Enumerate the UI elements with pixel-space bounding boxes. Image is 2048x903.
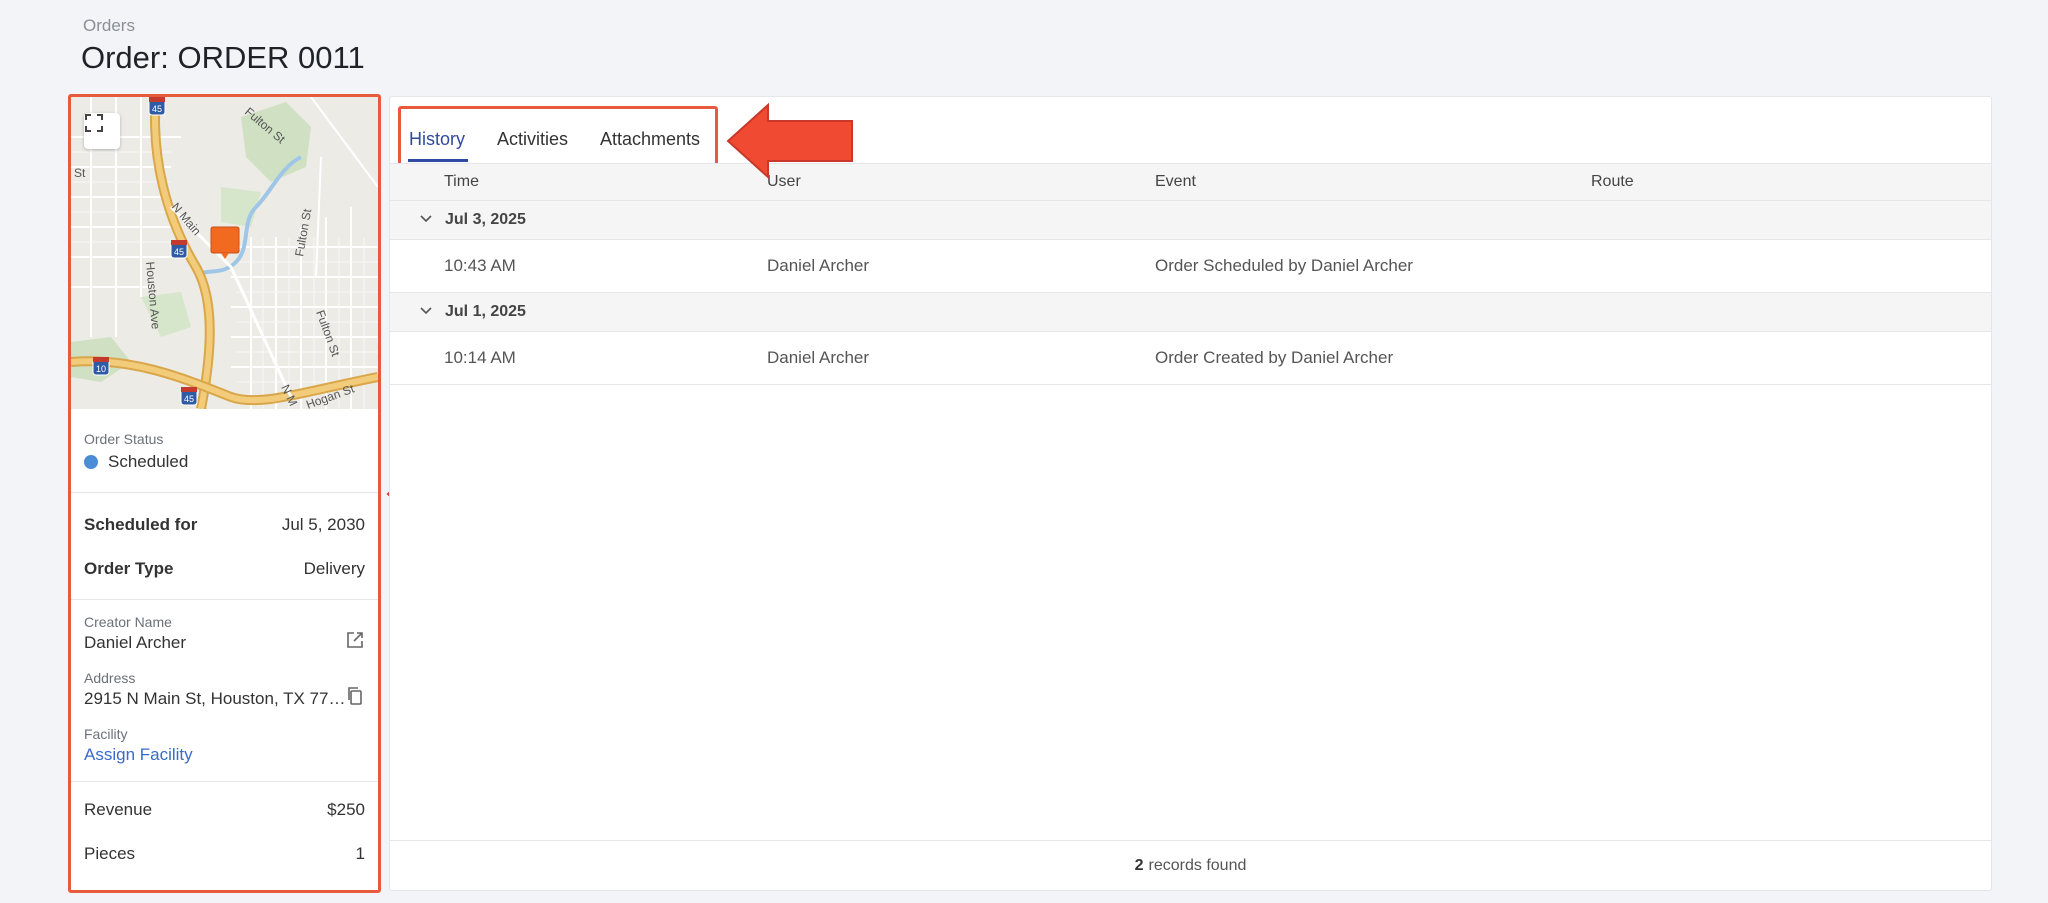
cell-time: 10:14 AM: [444, 348, 516, 367]
creator-name-label: Creator Name: [84, 614, 172, 630]
svg-text:Fulton St: Fulton St: [292, 207, 314, 257]
pieces-label: Pieces: [84, 844, 136, 863]
summary-section: Revenue $250 Pieces 1: [71, 782, 378, 882]
records-count: 2: [1134, 856, 1144, 874]
page-title: Order: ORDER 0011: [81, 40, 365, 75]
tab-activities[interactable]: Activities: [497, 129, 568, 150]
table-header: Time User Event Route: [390, 163, 1991, 201]
creator-block: Creator Name Daniel Archer: [84, 614, 365, 653]
svg-text:45: 45: [152, 104, 162, 114]
cell-time: 10:43 AM: [444, 256, 516, 275]
svg-text:45: 45: [184, 394, 194, 404]
svg-text:Houston Ave: Houston Ave: [143, 261, 163, 330]
svg-text:10: 10: [96, 364, 106, 374]
external-link-icon[interactable]: [345, 630, 365, 650]
svg-text:45: 45: [174, 247, 184, 257]
schedule-section: Scheduled for Jul 5, 2030 Order Type Del…: [71, 493, 378, 600]
facility-label: Facility: [84, 726, 128, 742]
chevron-down-icon[interactable]: [420, 306, 432, 316]
creator-name-value: Daniel Archer: [84, 633, 187, 652]
history-panel: History Activities Attachments Time User…: [389, 96, 1992, 891]
order-type-label: Order Type: [84, 559, 174, 578]
group-date: Jul 3, 2025: [445, 211, 526, 228]
annotation-arrow-tabs: [726, 103, 853, 179]
order-details-panel: 45 45 45 10 Fulton St Fulton St Fulton S…: [68, 94, 381, 893]
column-header-time[interactable]: Time: [444, 173, 479, 191]
tab-attachments[interactable]: Attachments: [600, 129, 700, 150]
order-type-value: Delivery: [303, 559, 365, 578]
group-row[interactable]: Jul 3, 2025: [390, 201, 1991, 240]
address-label: Address: [84, 670, 136, 686]
cell-user: Daniel Archer: [767, 256, 870, 275]
scheduled-for-value: Jul 5, 2030: [281, 515, 365, 534]
svg-text:N M: N M: [278, 382, 300, 408]
column-header-event[interactable]: Event: [1155, 173, 1196, 191]
expand-icon: [85, 114, 103, 132]
fullscreen-button[interactable]: [84, 113, 120, 149]
order-type-row: Order Type Delivery: [84, 547, 365, 591]
pieces-value: 1: [355, 844, 365, 863]
records-text: records found: [1148, 856, 1247, 874]
scheduled-for-row: Scheduled for Jul 5, 2030: [84, 503, 365, 547]
cell-user: Daniel Archer: [767, 348, 870, 367]
revenue-row: Revenue $250: [84, 788, 365, 832]
table-row[interactable]: 10:14 AM Daniel Archer Order Created by …: [390, 332, 1991, 385]
breadcrumb[interactable]: Orders: [83, 16, 135, 36]
address-block: Address 2915 N Main St, Houston, TX 7700…: [84, 670, 365, 709]
group-row[interactable]: Jul 1, 2025: [390, 293, 1991, 332]
assign-facility-link[interactable]: Assign Facility: [84, 745, 365, 765]
info-section: Creator Name Daniel Archer Address 2915 …: [71, 600, 378, 782]
address-value: 2915 N Main St, Houston, TX 77009: [84, 689, 346, 708]
records-footer: 2 records found: [390, 840, 1991, 890]
revenue-label: Revenue: [84, 800, 153, 819]
revenue-value: $250: [327, 800, 365, 819]
order-status-label: Order Status: [84, 431, 164, 447]
svg-text:St: St: [74, 166, 86, 180]
group-date: Jul 1, 2025: [445, 303, 526, 320]
order-status-value: Scheduled: [108, 452, 189, 471]
scheduled-for-label: Scheduled for: [84, 515, 198, 534]
table-row[interactable]: 10:43 AM Daniel Archer Order Scheduled b…: [390, 240, 1991, 293]
pieces-row: Pieces 1: [84, 832, 365, 876]
cell-event: Order Scheduled by Daniel Archer: [1155, 256, 1413, 275]
location-pin-icon: [210, 226, 240, 259]
cell-event: Order Created by Daniel Archer: [1155, 348, 1394, 367]
column-header-route[interactable]: Route: [1591, 173, 1634, 191]
tab-history[interactable]: History: [409, 129, 465, 150]
chevron-down-icon[interactable]: [420, 214, 432, 224]
status-dot-icon: [84, 455, 98, 469]
active-tab-indicator: [408, 159, 468, 162]
facility-block: Facility Assign Facility: [84, 726, 365, 765]
copy-icon[interactable]: [345, 686, 365, 706]
order-status-section: Order Status Scheduled: [71, 409, 378, 493]
order-map[interactable]: 45 45 45 10 Fulton St Fulton St Fulton S…: [71, 97, 378, 409]
